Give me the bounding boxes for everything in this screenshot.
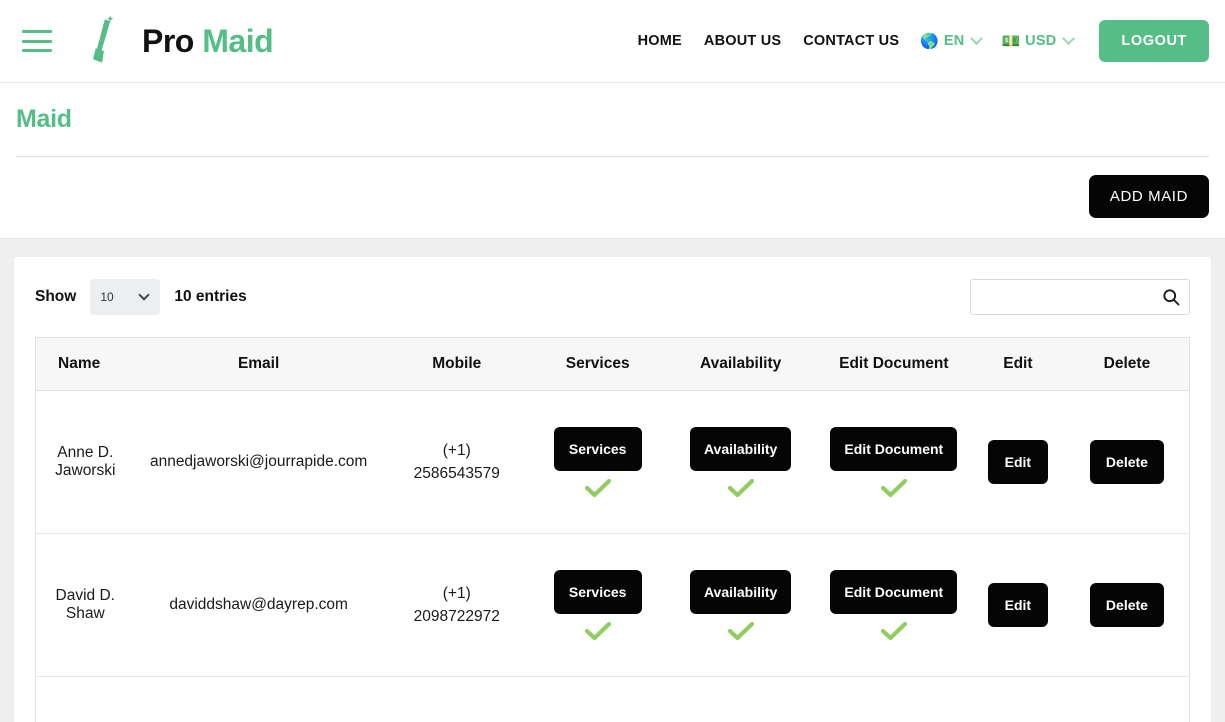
banknote-icon: 💵 (1001, 32, 1021, 50)
cell-name: Anne D. Jaworski (35, 390, 135, 534)
cell-delete: Delete (1065, 677, 1190, 722)
delete-button[interactable]: Delete (1089, 582, 1164, 628)
maid-table: Name Email Mobile Services Availability … (35, 337, 1190, 722)
language-code: EN (943, 33, 965, 49)
table-toolbar: Show 10 10 entries (35, 279, 1190, 315)
chevron-down-icon (1062, 31, 1076, 45)
brand-name-maid: Maid (202, 22, 274, 59)
cell-email (135, 677, 383, 722)
page-title-bar: Maid (0, 83, 1225, 157)
cell-edit: Edit (970, 533, 1065, 677)
currency-selector[interactable]: 💵 USD (991, 31, 1083, 50)
table-row: Ronnie (+1)ServicesAvailabilityEdit Docum… (36, 677, 1190, 722)
cell-edit: Edit (970, 390, 1065, 534)
page-title: Maid (16, 105, 72, 133)
check-icon (584, 622, 611, 641)
table-row: Anne D. Jaworski annedjaworski@jourrapide… (35, 390, 1190, 534)
check-icon (727, 479, 754, 498)
edit-document-button[interactable]: Edit Document (830, 569, 958, 615)
cell-email: daviddshaw@dayrep.com (134, 533, 383, 677)
search-icon[interactable] (1161, 287, 1181, 307)
column-header-name[interactable]: Name (35, 337, 135, 391)
content-area: Show 10 10 entries Name Email Mobile Ser… (0, 239, 1225, 722)
cell-edit-document: Edit Document (817, 677, 971, 722)
logout-button[interactable]: LOGOUT (1099, 20, 1209, 62)
nav-link-contact-us[interactable]: CONTACT US (792, 33, 910, 49)
page-action-bar: ADD MAID (0, 157, 1225, 239)
entries-count-label: 10 entries (174, 288, 247, 305)
edit-button[interactable]: Edit (987, 582, 1048, 628)
hamburger-bar (22, 49, 52, 52)
column-header-mobile[interactable]: Mobile (382, 337, 531, 391)
cell-mobile: (+1) (383, 677, 531, 722)
column-header-availability[interactable]: Availability (664, 337, 817, 391)
brand-wordmark: Pro Maid (142, 22, 274, 60)
show-label: Show (35, 288, 77, 305)
add-maid-button[interactable]: ADD MAID (1088, 175, 1209, 218)
cell-availability: Availability (664, 533, 817, 677)
check-icon (584, 479, 611, 498)
check-icon (880, 479, 907, 498)
check-icon (727, 622, 754, 641)
table-header-row: Name Email Mobile Services Availability … (35, 337, 1190, 391)
column-header-delete[interactable]: Delete (1064, 337, 1190, 391)
delete-button[interactable]: Delete (1089, 439, 1164, 485)
edit-document-button[interactable]: Edit Document (830, 426, 958, 472)
cell-mobile: (+1) 2098722972 (382, 533, 531, 677)
cell-services: Services (531, 677, 665, 722)
services-button[interactable]: Services (553, 569, 642, 615)
globe-icon: 🌎 (920, 32, 939, 50)
cell-edit-document: Edit Document (816, 533, 971, 677)
cell-email: annedjaworski@jourrapide.com (134, 390, 383, 534)
cell-mobile: (+1) 2586543579 (382, 390, 531, 534)
hamburger-bar (22, 39, 52, 43)
cell-delete: Delete (1064, 533, 1190, 677)
services-button[interactable]: Services (553, 426, 642, 472)
cell-availability: Availability (665, 677, 817, 722)
main-navigation: HOME ABOUT US CONTACT US 🌎 EN 💵 USD LOGO… (627, 20, 1209, 62)
cell-delete: Delete (1064, 390, 1190, 534)
table-header: Name Email Mobile Services Availability … (35, 337, 1190, 391)
search-box[interactable] (970, 279, 1190, 315)
hamburger-bar (22, 30, 52, 33)
hamburger-icon[interactable] (22, 30, 52, 52)
cell-services: Services (530, 533, 665, 677)
broom-sparkle-icon (74, 12, 132, 70)
currency-code: USD (1025, 33, 1057, 49)
cell-name: David D. Shaw (35, 533, 135, 677)
nav-link-home[interactable]: HOME (627, 33, 693, 49)
page-size-select[interactable]: 10 (90, 279, 161, 315)
column-header-services[interactable]: Services (530, 337, 665, 391)
language-selector[interactable]: 🌎 EN (910, 31, 991, 50)
check-icon (880, 622, 907, 641)
site-header: Pro Maid HOME ABOUT US CONTACT US 🌎 EN 💵… (0, 0, 1225, 83)
chevron-down-icon (970, 31, 984, 45)
brand-name-pro: Pro (142, 22, 194, 59)
cell-name: Ronnie (36, 677, 135, 722)
nav-link-about-us[interactable]: ABOUT US (693, 33, 792, 49)
search-input[interactable] (971, 280, 1189, 314)
table-row: David D. Shaw daviddshaw@dayrep.com (+1) 20… (35, 533, 1190, 677)
page-size-group: Show 10 10 entries (35, 279, 247, 315)
brand-logo[interactable]: Pro Maid (74, 12, 274, 70)
availability-button[interactable]: Availability (689, 426, 792, 472)
chevron-down-icon (138, 289, 151, 301)
page-size-value: 10 (100, 290, 114, 304)
column-header-edit[interactable]: Edit (970, 337, 1065, 391)
table-body: Anne D. Jaworski annedjaworski@jourrapide… (35, 390, 1190, 722)
maid-table-card: Show 10 10 entries Name Email Mobile Ser… (14, 257, 1211, 722)
column-header-edit-document[interactable]: Edit Document (816, 337, 971, 391)
availability-button[interactable]: Availability (689, 569, 792, 615)
cell-services: Services (530, 390, 665, 534)
cell-edit-document: Edit Document (816, 390, 971, 534)
cell-edit: Edit (971, 677, 1065, 722)
column-header-email[interactable]: Email (134, 337, 383, 391)
edit-button[interactable]: Edit (987, 439, 1048, 485)
cell-availability: Availability (664, 390, 817, 534)
